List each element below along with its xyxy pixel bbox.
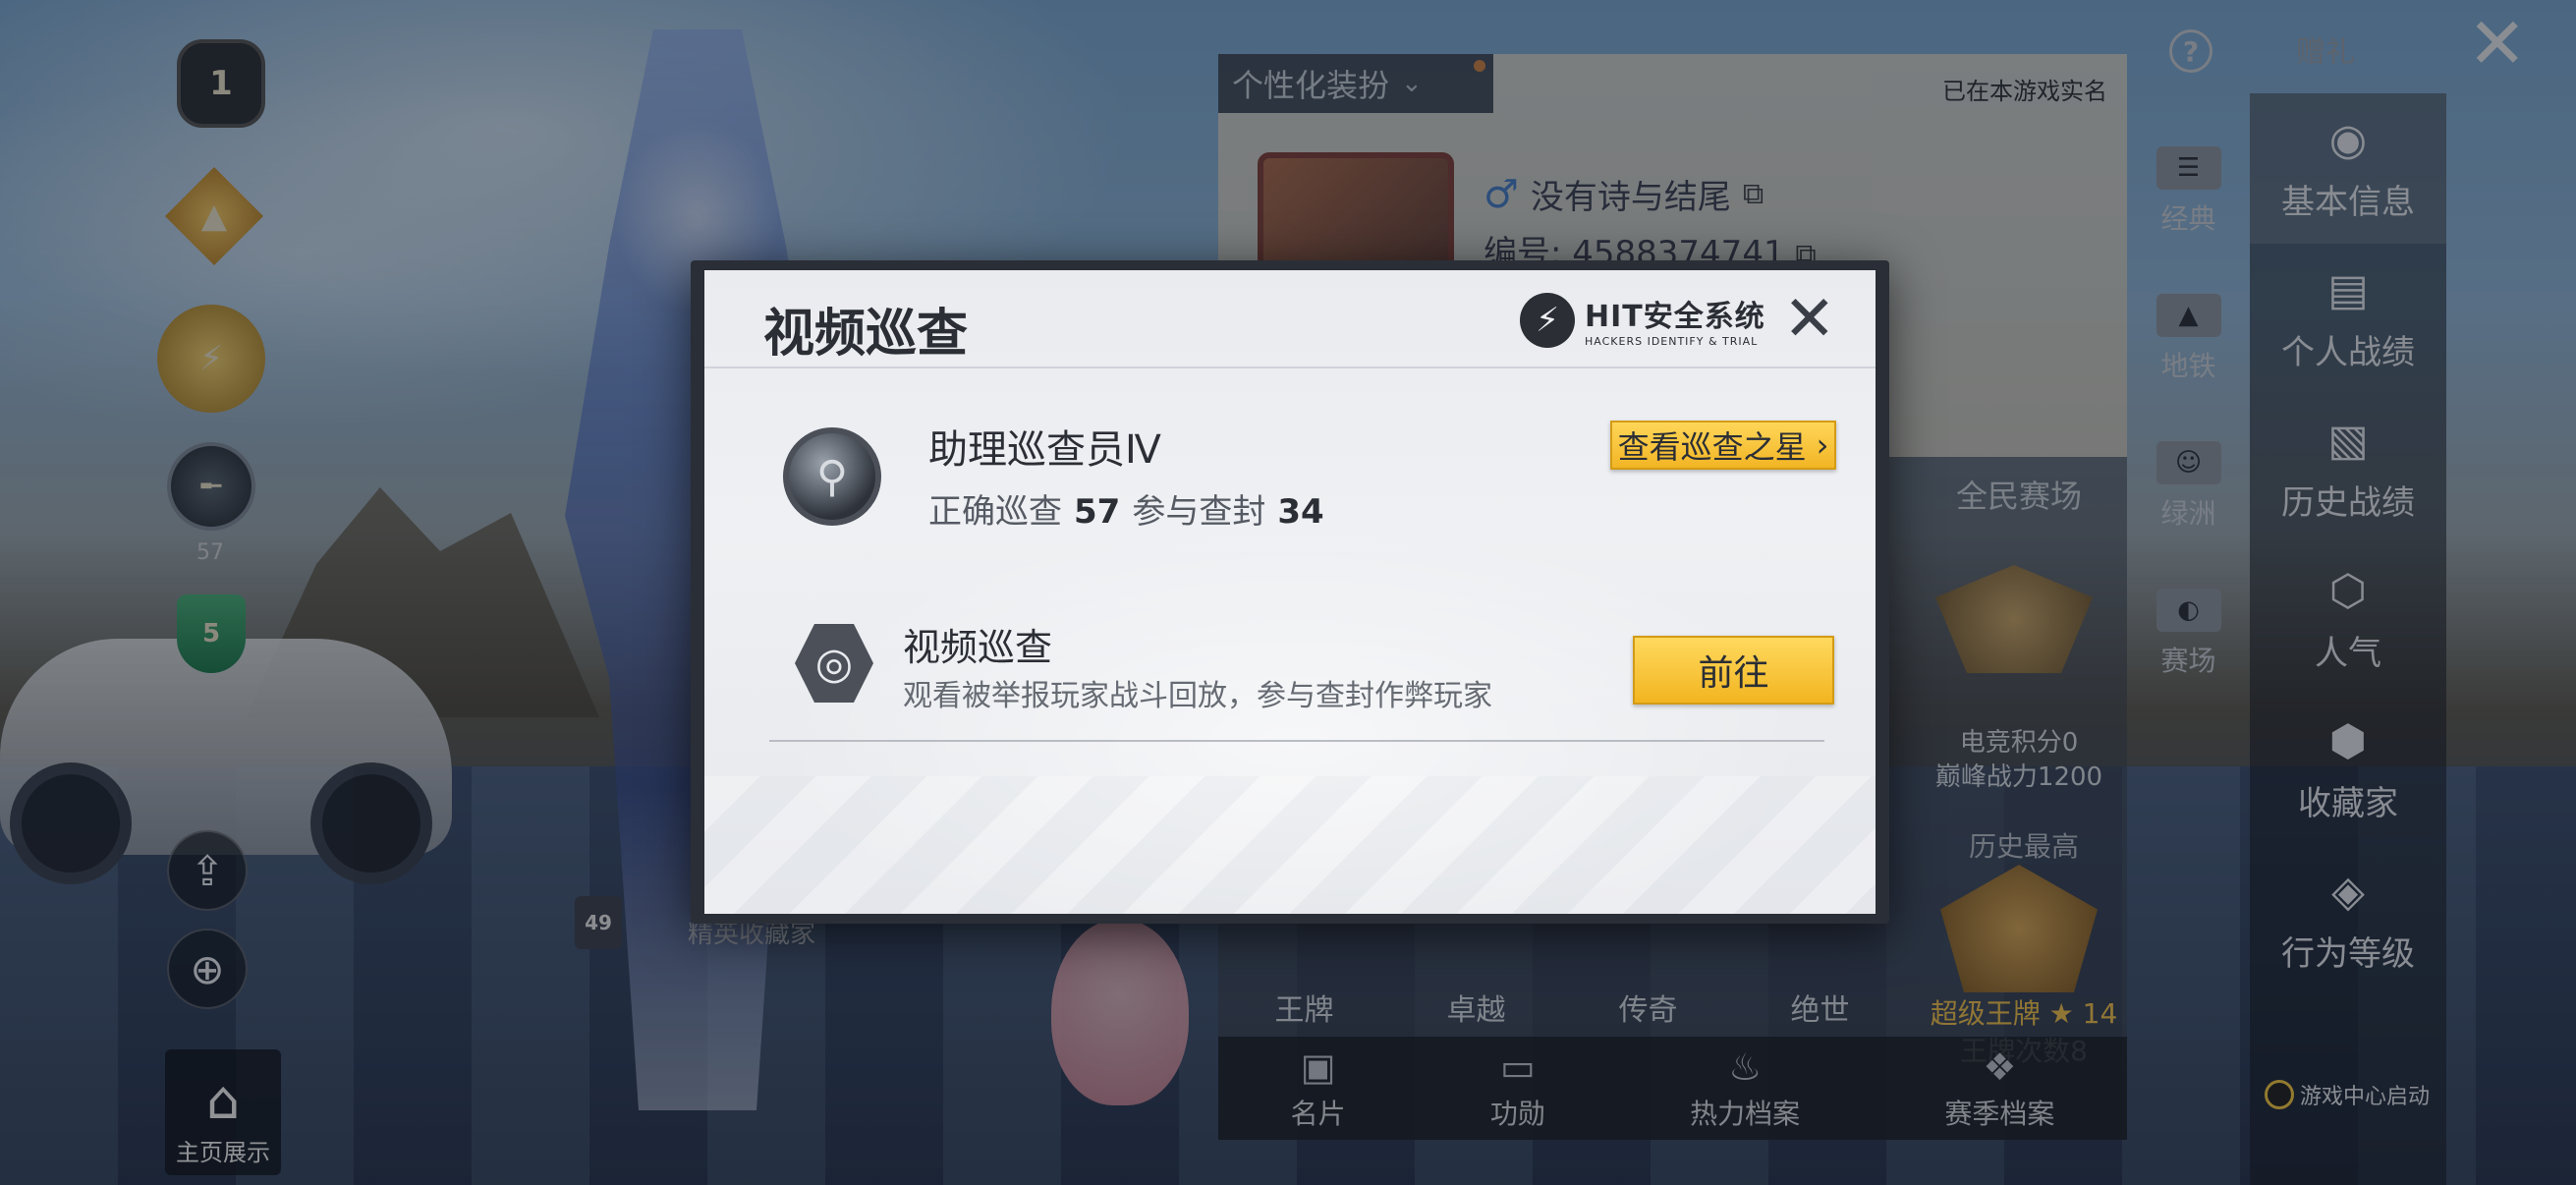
divider [769,740,1824,742]
crosshair-icon: ◎ [795,624,873,703]
logo-sub-text: HACKERS IDENTIFY & TRIAL [1585,335,1759,348]
patrol-rank-icon: ⚲ [783,427,881,526]
dialog-body: 视频巡查 ⚡ HIT安全系统 HACKERS IDENTIFY & TRIAL … [704,270,1876,914]
correct-label: 正确巡查 [928,492,1062,532]
hit-security-logo: ⚡ HIT安全系统 HACKERS IDENTIFY & TRIAL [1520,292,1765,348]
patrol-rank-title: 助理巡查员Ⅳ [928,427,1161,473]
dialog-title: 视频巡查 [763,305,969,364]
patrol-entry-title: 视频巡查 [903,626,1053,669]
correct-value: 57 [1074,492,1121,532]
ban-value: 34 [1277,492,1324,532]
logo-main-text: HIT安全系统 [1585,300,1765,334]
ban-label: 参与查封 [1132,492,1266,532]
patrol-entry-desc: 观看被举报玩家战斗回放，参与查封作弊玩家 [903,679,1492,713]
video-patrol-dialog: 视频巡查 ⚡ HIT安全系统 HACKERS IDENTIFY & TRIAL … [691,260,1889,924]
dialog-header: 视频巡查 ⚡ HIT安全系统 HACKERS IDENTIFY & TRIAL … [704,270,1876,368]
star-button-label: 查看巡查之星 [1617,428,1807,466]
view-patrol-stars-button[interactable]: 查看巡查之星 › [1610,421,1836,470]
dialog-close-icon[interactable]: ✕ [1783,288,1836,351]
chevron-right-icon: › [1816,426,1829,464]
hit-logo-icon: ⚡ [1520,292,1575,348]
patrol-stats: 正确巡查 57 参与查封 34 [928,484,1324,533]
go-button[interactable]: 前往 [1633,636,1834,705]
